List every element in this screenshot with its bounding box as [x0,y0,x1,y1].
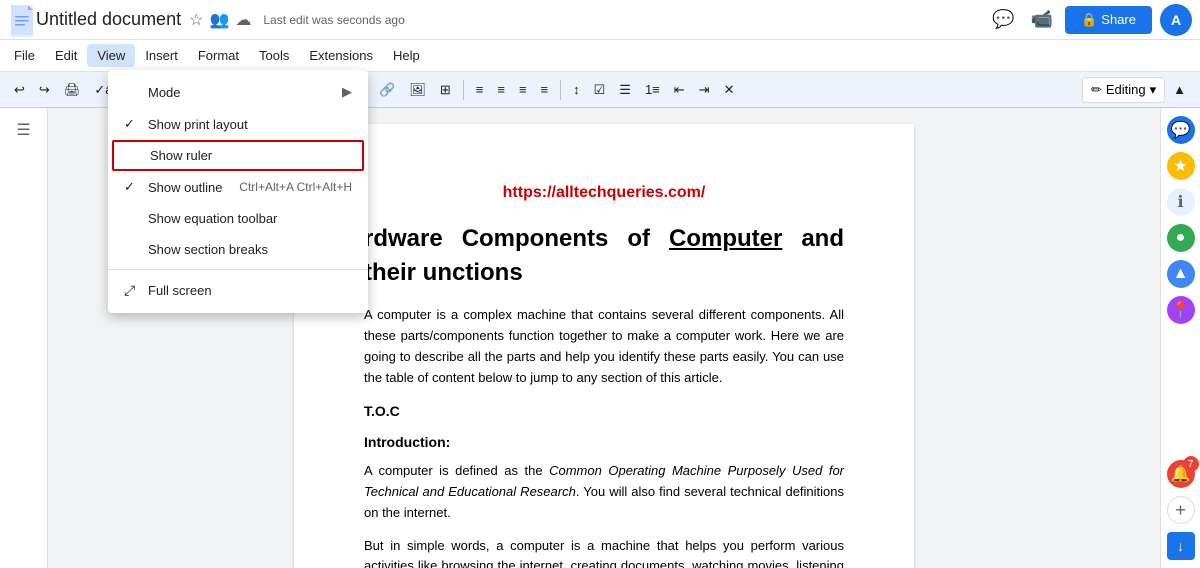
link-button[interactable]: 🔗 [373,78,401,102]
italic-text: Common Operating Machine Purposely Used … [364,463,844,499]
view-dropdown-menu: Mode ▶ ✓ Show print layout Show ruler ✓ … [108,70,368,313]
doc-title[interactable]: Untitled document [36,9,181,30]
sidebar-list-icon[interactable]: ☰ [10,116,38,144]
show-ruler-label: Show ruler [150,148,212,163]
justify-button[interactable]: ≡ [535,78,555,101]
full-screen-expand-icon: ⤢ [124,282,144,299]
chevron-down-icon: ▾ [1150,82,1157,98]
toolbar-sep-4 [463,80,464,100]
menu-mode-item[interactable]: Mode ▶ [108,76,368,108]
section-breaks-check [124,242,144,257]
show-ruler-item[interactable]: Show ruler [112,140,364,171]
right-buttons: 💬 📹 🔒 Share A [988,4,1192,36]
show-outline-item[interactable]: ✓ Show outline Ctrl+Alt+A Ctrl+Alt+H [108,171,368,203]
print-layout-check: ✓ [124,116,144,132]
last-edit: Last edit was seconds ago [263,13,988,27]
notification-badge: 7 [1183,456,1199,472]
menu-insert[interactable]: Insert [135,44,188,67]
numbered-list-button[interactable]: 1≡ [639,78,666,101]
checklist-button[interactable]: ☑ [588,78,612,102]
mode-check [124,85,144,100]
right-sidebar-bottom: 🔔 7 + ↓ [1167,460,1195,560]
cloud-icon[interactable]: ☁ [235,10,251,30]
avatar[interactable]: A [1160,4,1192,36]
mode-arrow-icon: ▶ [342,84,352,100]
align-center-button[interactable]: ≡ [491,78,511,101]
menu-bar: File Edit View Insert Format Tools Exten… [0,40,1200,72]
pencil-icon: ✏ [1091,82,1102,98]
menu-view[interactable]: View [87,44,135,67]
title-icons: ☆ 👥 ☁ [189,10,251,30]
sidebar-location-icon[interactable]: ● [1167,224,1195,252]
show-equation-toolbar-label: Show equation toolbar [148,211,277,226]
full-screen-item[interactable]: ⤢ Full screen [108,274,368,307]
dropdown-separator [108,269,368,270]
menu-edit[interactable]: Edit [45,44,87,67]
image-button[interactable]: 🖼 [403,78,432,102]
editing-mode-button[interactable]: ✏ Editing ▾ [1082,77,1165,103]
intro-heading: Introduction: [364,431,844,453]
menu-tools[interactable]: Tools [249,44,299,67]
watermark: https://alltechqueries.com/ [364,184,844,202]
right-sidebar: 💬 ★ ℹ ● ▲ 📍 🔔 7 + ↓ [1160,108,1200,568]
left-sidebar: ☰ [0,108,48,568]
show-print-layout-label: Show print layout [148,117,248,132]
line-spacing-button[interactable]: ↕ [567,78,586,101]
doc-heading: rdware Components of Computer and their … [364,222,844,289]
notification-icon-wrapper: 🔔 7 [1167,460,1195,488]
redo-button[interactable]: ↪ [33,78,56,102]
outline-check: ✓ [124,179,144,195]
bullet-list-button[interactable]: ☰ [613,78,637,102]
intro-para: A computer is a complex machine that con… [364,305,844,388]
sidebar-map-icon[interactable]: 📍 [1167,296,1195,324]
share-button[interactable]: 🔒 Share [1065,6,1152,34]
editing-label: Editing [1106,82,1146,97]
sidebar-comment-icon[interactable]: 💬 [1167,116,1195,144]
title-bar: Untitled document ☆ 👥 ☁ Last edit was se… [0,0,1200,40]
outline-shortcut: Ctrl+Alt+A Ctrl+Alt+H [239,180,352,194]
meet-btn[interactable]: 📹 [1027,5,1057,34]
computer-underline: Computer [669,225,782,252]
sidebar-info-icon[interactable]: ℹ [1167,188,1195,216]
ruler-check [126,148,146,163]
people-icon[interactable]: 👥 [209,10,229,30]
doc-page: https://alltechqueries.com/ rdware Compo… [294,124,914,568]
para2: But in simple words, a computer is a mac… [364,536,844,568]
plus-button[interactable]: + [1167,496,1195,524]
show-section-breaks-label: Show section breaks [148,242,268,257]
show-print-layout-item[interactable]: ✓ Show print layout [108,108,368,140]
doc-body: A computer is a complex machine that con… [364,305,844,568]
doc-icon [8,2,36,38]
collapse-toolbar-button[interactable]: ▲ [1167,78,1192,101]
lock-icon: 🔒 [1081,12,1097,28]
undo-button[interactable]: ↩ [8,78,31,102]
clear-format-button[interactable]: ✕ [718,78,741,102]
align-menu-button[interactable]: ⊞ [434,78,457,102]
arrow-button[interactable]: ↓ [1167,532,1195,560]
show-outline-label: Show outline [148,180,222,195]
mode-label: Mode [148,85,181,100]
print-button[interactable]: 🖨 [58,78,87,102]
decrease-indent-button[interactable]: ⇤ [668,78,691,102]
sidebar-chat-icon[interactable]: ★ [1167,152,1195,180]
menu-file[interactable]: File [4,44,45,67]
show-equation-toolbar-item[interactable]: Show equation toolbar [108,203,368,234]
sidebar-person-icon[interactable]: ▲ [1167,260,1195,288]
star-icon[interactable]: ☆ [189,10,203,30]
comment-icon-btn[interactable]: 💬 [988,5,1018,34]
align-right-button[interactable]: ≡ [513,78,533,101]
menu-help[interactable]: Help [383,44,430,67]
toc-heading: T.O.C [364,400,844,422]
toolbar-sep-5 [560,80,561,100]
equation-check [124,211,144,226]
show-section-breaks-item[interactable]: Show section breaks [108,234,368,265]
para1: A computer is defined as the Common Oper… [364,461,844,523]
increase-indent-button[interactable]: ⇥ [693,78,716,102]
menu-extensions[interactable]: Extensions [299,44,383,67]
menu-format[interactable]: Format [188,44,249,67]
align-left-button[interactable]: ≡ [470,78,490,101]
full-screen-label: Full screen [148,283,212,298]
